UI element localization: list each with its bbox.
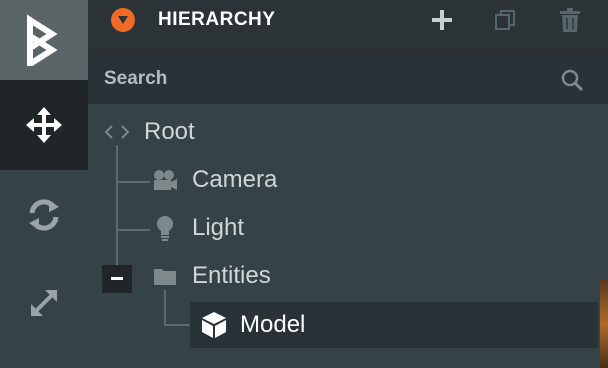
add-entity-button[interactable] <box>428 6 456 34</box>
tree-connector <box>164 324 190 326</box>
tool-rotate-button[interactable] <box>0 170 88 260</box>
playcanvas-logo-icon <box>27 14 58 66</box>
tree-item-model[interactable]: Model <box>190 302 598 348</box>
delete-entity-button[interactable] <box>556 6 584 34</box>
duplicate-entity-button[interactable] <box>491 6 519 34</box>
delete-icon <box>560 8 580 32</box>
tool-scale-button[interactable] <box>0 258 88 348</box>
folder-icon <box>151 262 179 290</box>
tree-item-root[interactable]: Root <box>88 110 608 154</box>
tool-move-button[interactable] <box>0 80 88 170</box>
tree-item-label: Root <box>144 118 195 145</box>
rotate-arrows-icon <box>29 199 59 231</box>
tree-item-camera[interactable]: Camera <box>88 158 608 202</box>
panel-title: HIERARCHY <box>158 9 276 30</box>
add-icon <box>432 10 452 30</box>
tree-item-label: Model <box>240 311 306 338</box>
hierarchy-panel: HIERARCHY Search Root Camera Light Entit… <box>88 0 608 368</box>
search-button[interactable] <box>558 66 586 94</box>
panel-collapse-button[interactable] <box>111 8 135 32</box>
logo-button[interactable] <box>0 0 88 80</box>
code-brackets-icon <box>103 118 131 146</box>
viewport-edge <box>600 280 608 368</box>
panel-header: HIERARCHY <box>88 0 608 55</box>
scale-diagonal-arrows-icon <box>31 290 57 316</box>
duplicate-icon <box>495 10 515 30</box>
tree-item-entities[interactable]: Entities <box>88 254 608 298</box>
cube-icon <box>200 311 228 339</box>
lightbulb-icon <box>151 214 179 242</box>
tree-item-light[interactable]: Light <box>88 206 608 250</box>
tree-item-label: Entities <box>192 262 271 289</box>
minus-icon <box>111 277 123 280</box>
search-input[interactable] <box>104 65 544 93</box>
search-bar <box>88 55 608 104</box>
tool-sidebar <box>0 0 88 368</box>
translate-arrows-icon <box>26 107 62 143</box>
tree-item-label: Light <box>192 214 245 241</box>
collapse-toggle-button[interactable] <box>102 265 132 293</box>
search-icon <box>561 69 583 91</box>
tree-item-label: Camera <box>192 166 278 193</box>
camera-icon <box>151 166 179 194</box>
chevron-down-icon <box>118 16 128 24</box>
